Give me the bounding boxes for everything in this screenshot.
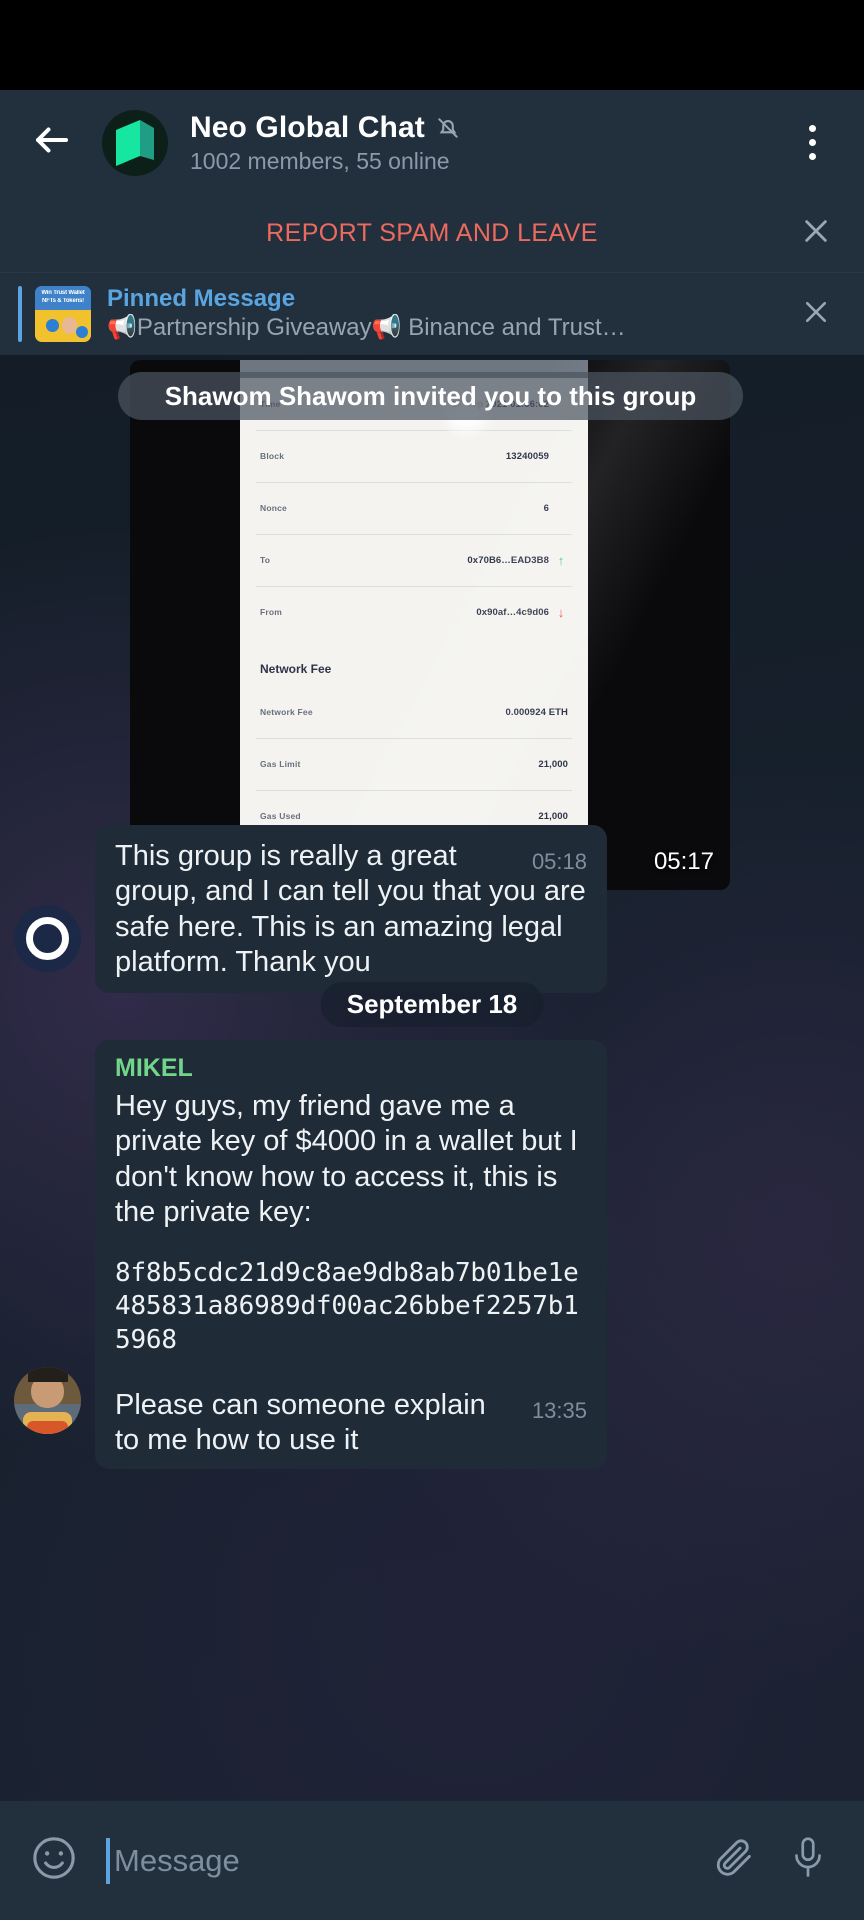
- pinned-close-button[interactable]: [790, 288, 842, 340]
- status-bar: [0, 0, 864, 90]
- page-title: Neo Global Chat: [190, 110, 425, 144]
- overflow-menu-icon[interactable]: [784, 113, 840, 173]
- fee-value: 0.000924 ETH: [505, 706, 568, 718]
- fee-label: Gas Used: [260, 811, 301, 821]
- message-timestamp: 05:17: [653, 848, 714, 875]
- pinned-text-block: Pinned Message 📢Partnership Giveaway📢 Bi…: [107, 284, 864, 342]
- network-fee-heading: Network Fee: [260, 662, 332, 676]
- report-spam-close-button[interactable]: [790, 208, 842, 260]
- message-bubble[interactable]: MIKEL Hey guys, my friend gave me a priv…: [95, 1040, 607, 1469]
- ring-avatar-icon: [26, 917, 69, 960]
- smiley-icon: [29, 1833, 79, 1888]
- member-count-subtitle: 1002 members, 55 online: [190, 147, 450, 174]
- fee-value: 21,000: [538, 810, 568, 822]
- tx-value: 0x70B6…EAD3B8: [467, 554, 549, 566]
- pinned-thumbnail-line1: Win Trust Wallet: [41, 290, 85, 296]
- avatar[interactable]: [14, 1367, 81, 1434]
- message-bubble[interactable]: 05:18 This group is really a great group,…: [95, 825, 607, 993]
- tx-value: 13240059: [505, 450, 549, 462]
- chat-header: Neo Global Chat 1002 members, 55 online: [0, 90, 864, 195]
- message-input-placeholder: Message: [114, 1842, 240, 1878]
- tx-row: Nonce 6: [240, 482, 588, 534]
- close-icon: [800, 215, 832, 252]
- fee-label: Gas Limit: [260, 759, 301, 769]
- text-cursor: [106, 1837, 110, 1884]
- telegram-chat-screen: Neo Global Chat 1002 members, 55 online …: [0, 0, 864, 1920]
- photo-content-phone: Time 17 Sep 2021 01:36:02 Block 13240059…: [240, 360, 588, 860]
- tx-label: From: [260, 607, 283, 617]
- date-divider-label: September 18: [346, 989, 518, 1019]
- close-icon: [801, 297, 831, 332]
- invite-banner-text: Shawom Shawom invited you to this group: [164, 380, 697, 411]
- tx-label: Nonce: [260, 503, 287, 513]
- paperclip-icon: [712, 1836, 756, 1885]
- message-followup-text: 13:35 Please can someone explain to me ho…: [115, 1388, 587, 1457]
- chat-header-text[interactable]: Neo Global Chat 1002 members, 55 online: [190, 111, 784, 175]
- fee-label: Network Fee: [260, 707, 313, 717]
- pinned-accent-line: [18, 286, 22, 342]
- report-spam-button[interactable]: REPORT SPAM AND LEAVE: [0, 219, 864, 248]
- emoji-button[interactable]: [24, 1831, 84, 1891]
- message-input-bar: Message: [0, 1801, 864, 1920]
- muted-bell-icon: [435, 115, 461, 141]
- tx-label: Block: [260, 451, 285, 461]
- tx-value: 6: [543, 502, 549, 514]
- fee-value: 21,000: [538, 758, 568, 770]
- pinned-thumbnail[interactable]: Win Trust Wallet NFTs & Tokens!: [35, 286, 91, 342]
- report-spam-bar: REPORT SPAM AND LEAVE: [0, 195, 864, 273]
- neo-logo-icon: [114, 119, 156, 166]
- tx-value: 0x90af…4c9d06: [476, 606, 549, 618]
- pinned-thumbnail-line2: NFTs & Tokens!: [42, 298, 84, 304]
- invite-banner: Shawom Shawom invited you to this group: [118, 372, 743, 420]
- photo-message[interactable]: Time 17 Sep 2021 01:36:02 Block 13240059…: [130, 360, 730, 890]
- fee-row: Gas Limit 21,000: [240, 738, 588, 790]
- message-text: 05:18 This group is really a great group,…: [115, 840, 594, 979]
- chat-avatar[interactable]: [102, 109, 168, 176]
- tx-row: From 0x90af…4c9d06 ↓: [240, 586, 588, 638]
- private-key-text: 8f8b5cdc21d9c8ae9db8ab7b01be1e485831a869…: [115, 1257, 579, 1356]
- fee-row: Network Fee 0.000924 ETH: [240, 686, 588, 738]
- attach-button[interactable]: [702, 1829, 766, 1893]
- pinned-message-bar[interactable]: Win Trust Wallet NFTs & Tokens! Pinned M…: [0, 273, 864, 355]
- back-button[interactable]: [24, 115, 80, 171]
- pinned-snippet: 📢Partnership Giveaway📢 Binance and Trust…: [107, 313, 626, 341]
- message-input[interactable]: Message: [106, 1837, 702, 1884]
- avatar[interactable]: [14, 905, 81, 972]
- message-timestamp: 13:35: [531, 1397, 587, 1423]
- message-timestamp: 05:18: [531, 849, 587, 874]
- voice-record-button[interactable]: [776, 1829, 840, 1893]
- message-list[interactable]: Time 17 Sep 2021 01:36:02 Block 13240059…: [0, 355, 864, 1801]
- tx-label: To: [260, 555, 271, 565]
- arrow-left-icon: [31, 119, 73, 166]
- tx-arrow-up-icon: ↑: [557, 552, 565, 568]
- tx-row: Block 13240059: [240, 430, 588, 482]
- message-text: Hey guys, my friend gave me a private ke…: [115, 1090, 586, 1229]
- microphone-icon: [787, 1835, 829, 1886]
- pinned-title: Pinned Message: [107, 284, 296, 312]
- tx-row: To 0x70B6…EAD3B8 ↑: [240, 534, 588, 586]
- tx-arrow-down-icon: ↓: [557, 604, 565, 620]
- date-divider: September 18: [320, 982, 544, 1027]
- message-sender-name: MIKEL: [115, 1054, 193, 1082]
